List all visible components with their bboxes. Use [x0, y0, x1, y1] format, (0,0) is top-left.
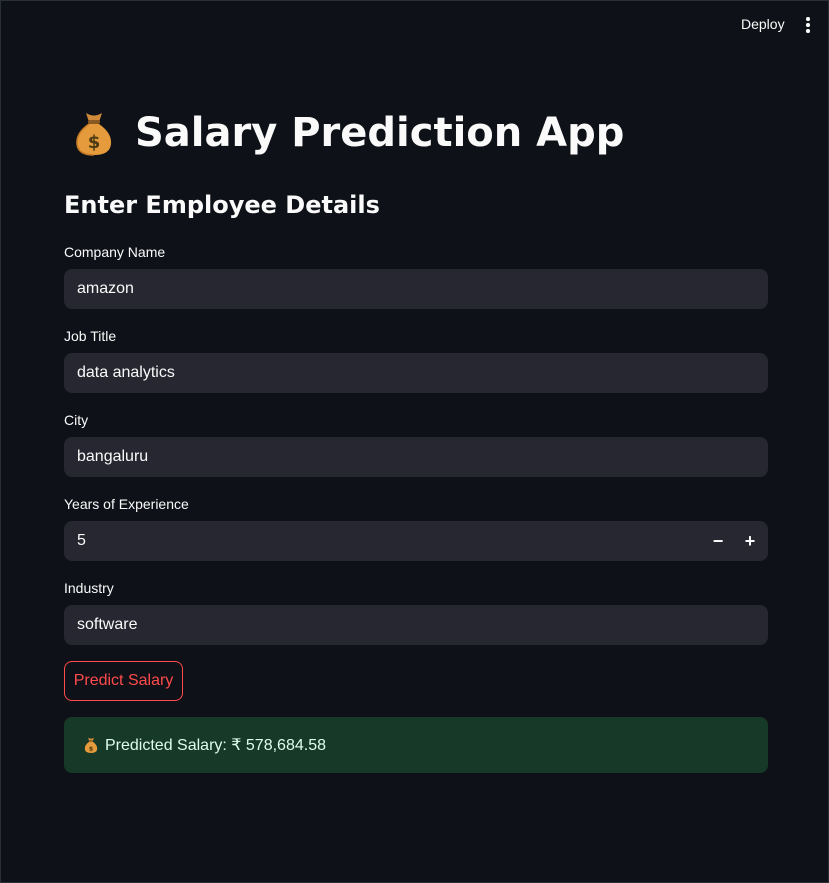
industry-field[interactable] — [64, 605, 768, 645]
deploy-button[interactable]: Deploy — [741, 16, 785, 32]
company-name-label: Company Name — [64, 244, 166, 260]
job-title-label: Job Title — [64, 328, 117, 344]
page-title-text: Salary Prediction App — [135, 110, 625, 156]
vertical-ellipsis-icon[interactable] — [801, 15, 815, 35]
prediction-result-alert: $ Predicted Salary: ₹ 578,684.58 — [64, 717, 768, 773]
decrement-button[interactable]: − — [702, 521, 734, 561]
industry-input[interactable] — [77, 616, 768, 634]
svg-text:$: $ — [89, 744, 94, 752]
page-title: $ Salary Prediction App — [72, 109, 772, 157]
predict-salary-button[interactable]: Predict Salary — [64, 661, 183, 701]
company-name-field[interactable] — [64, 269, 768, 309]
industry-label: Industry — [64, 580, 114, 596]
job-title-field[interactable] — [64, 353, 768, 393]
company-name-input[interactable] — [77, 280, 768, 298]
increment-button[interactable]: + — [734, 521, 766, 561]
money-bag-icon: $ — [72, 109, 116, 157]
city-label: City — [64, 412, 89, 428]
experience-input[interactable] — [77, 532, 677, 550]
svg-text:$: $ — [88, 132, 101, 153]
experience-stepper[interactable]: − + — [64, 521, 768, 561]
money-bag-icon: $ — [83, 736, 99, 754]
city-input[interactable] — [77, 448, 768, 466]
top-toolbar: Deploy — [1, 1, 828, 47]
prediction-result-text: Predicted Salary: ₹ 578,684.58 — [105, 737, 326, 754]
city-field[interactable] — [64, 437, 768, 477]
job-title-input[interactable] — [77, 364, 768, 382]
app-window: Deploy $ Salary Prediction App Enter Emp… — [0, 0, 829, 883]
experience-label: Years of Experience — [64, 496, 189, 512]
section-subtitle: Enter Employee Details — [64, 191, 380, 219]
